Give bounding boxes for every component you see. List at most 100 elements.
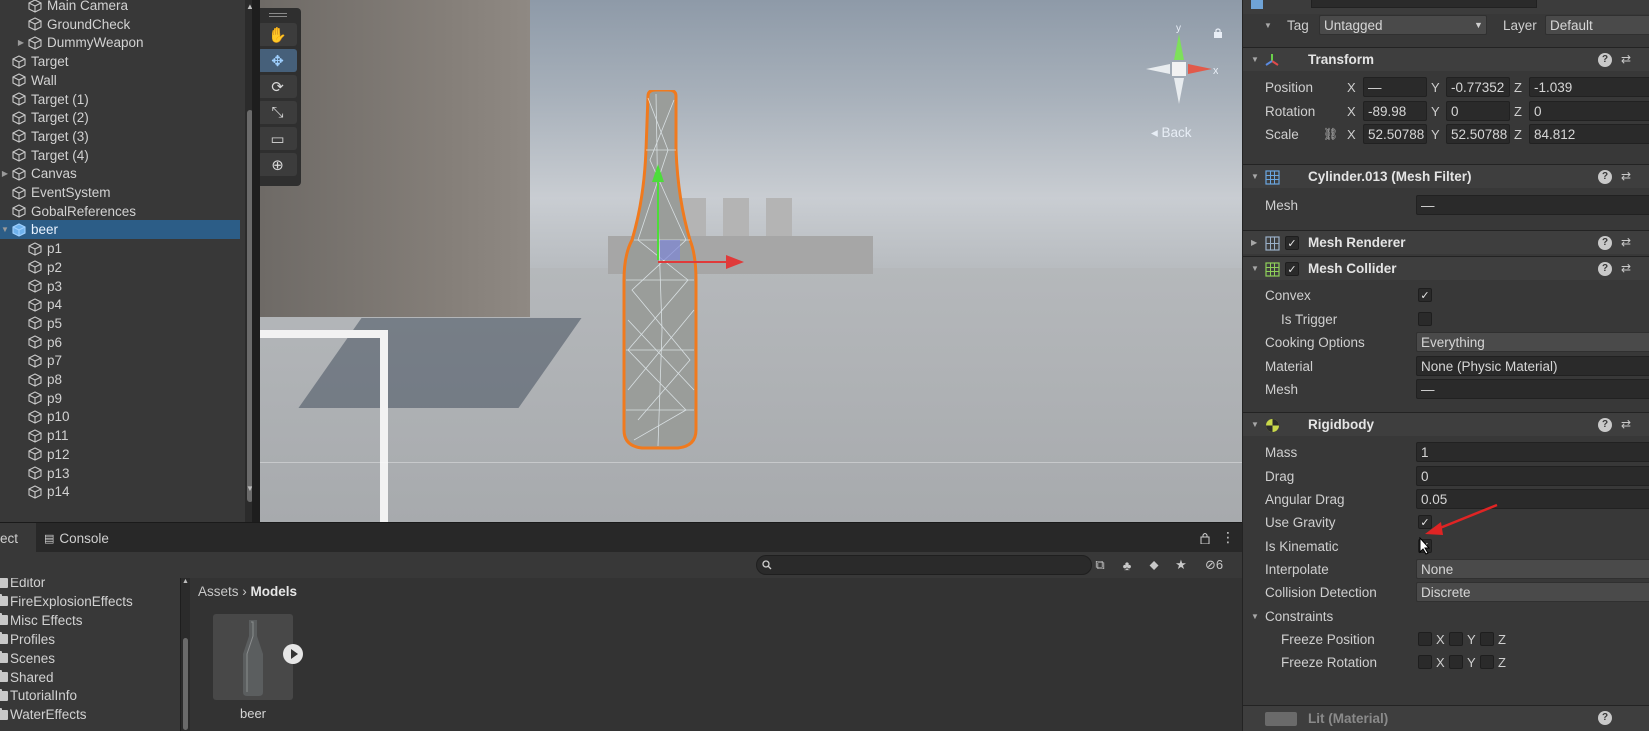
fold-arrow-icon[interactable]: ▼ bbox=[1251, 172, 1259, 181]
gizmo-lock-icon[interactable] bbox=[1213, 28, 1223, 38]
constrain-proportions-icon[interactable]: ⛓ bbox=[1323, 127, 1338, 141]
axis-x-label[interactable]: X bbox=[1347, 127, 1356, 142]
folder-item[interactable]: TutorialInfo bbox=[0, 686, 77, 705]
folder-item[interactable]: Shared bbox=[0, 668, 54, 687]
scale-z-field[interactable]: 84.812 bbox=[1529, 124, 1649, 144]
scene-view[interactable]: ✋ ✥ ⟳ ⤡ ▭ ⊕ bbox=[260, 0, 1242, 522]
rotation-z-field[interactable]: 0 bbox=[1529, 101, 1649, 121]
presets-icon[interactable]: ⇄ bbox=[1621, 261, 1631, 275]
hierarchy-item[interactable]: p8 bbox=[0, 370, 240, 389]
panel-menu-icon[interactable]: ⋮ bbox=[1221, 529, 1235, 546]
scale-x-field[interactable]: 52.50788 bbox=[1363, 124, 1427, 144]
mesh-collider-enabled-checkbox[interactable]: ✓ bbox=[1285, 262, 1299, 276]
is-trigger-checkbox[interactable] bbox=[1418, 312, 1432, 326]
hierarchy-item[interactable]: Target bbox=[0, 52, 240, 71]
position-z-field[interactable]: -1.039 bbox=[1529, 77, 1649, 97]
fold-arrow-right-icon[interactable]: ▶ bbox=[1251, 238, 1257, 247]
hierarchy-item[interactable]: p5 bbox=[0, 314, 240, 333]
mesh-filter-component-header[interactable]: ▼ Cylinder.013 (Mesh Filter) ? ⇄ bbox=[1243, 164, 1649, 188]
hierarchy-item[interactable]: Target (4) bbox=[0, 146, 240, 165]
freeze-position-y-checkbox[interactable] bbox=[1449, 632, 1463, 646]
hand-tool-button[interactable]: ✋ bbox=[260, 23, 297, 46]
hierarchy-item[interactable]: ▶ Canvas bbox=[0, 164, 240, 183]
folder-item[interactable]: Profiles bbox=[0, 630, 55, 649]
hierarchy-item[interactable]: Target (2) bbox=[0, 108, 240, 127]
position-y-field[interactable]: -0.77352 bbox=[1446, 77, 1510, 97]
presets-icon[interactable]: ⇄ bbox=[1621, 169, 1631, 183]
presets-icon[interactable]: ⇄ bbox=[1621, 52, 1631, 66]
hierarchy-scroll-thumb[interactable] bbox=[247, 110, 252, 502]
freeze-rotation-x-checkbox[interactable] bbox=[1418, 655, 1432, 669]
folder-scrollbar[interactable]: ▲ bbox=[181, 578, 190, 731]
help-icon[interactable]: ? bbox=[1598, 262, 1612, 276]
scroll-down-arrow-icon[interactable]: ▼ bbox=[245, 484, 252, 493]
hierarchy-item[interactable]: EventSystem bbox=[0, 183, 240, 202]
hierarchy-item[interactable]: Target (1) bbox=[0, 90, 240, 109]
fold-arrow-right-icon[interactable]: ▶ bbox=[0, 169, 10, 179]
hierarchy-item[interactable]: GobalReferences bbox=[0, 202, 240, 221]
drag-field[interactable]: 0 bbox=[1416, 466, 1649, 486]
position-x-field[interactable]: — bbox=[1363, 77, 1427, 97]
presets-icon[interactable]: ⇄ bbox=[1621, 417, 1631, 431]
layer-dropdown[interactable]: Default bbox=[1545, 15, 1649, 35]
rotation-y-field[interactable]: 0 bbox=[1446, 101, 1510, 121]
help-icon[interactable]: ? bbox=[1598, 53, 1612, 67]
hierarchy-item[interactable]: p13 bbox=[0, 464, 240, 483]
scale-y-field[interactable]: 52.50788 bbox=[1446, 124, 1510, 144]
freeze-rotation-y-checkbox[interactable] bbox=[1449, 655, 1463, 669]
tab-console[interactable]: ▤ Console bbox=[44, 523, 124, 553]
hierarchy-item[interactable]: ▶ DummyWeapon bbox=[0, 33, 240, 52]
help-icon[interactable]: ? bbox=[1598, 418, 1612, 432]
axis-z-label[interactable]: Z bbox=[1514, 80, 1522, 95]
mesh-renderer-component-header[interactable]: ▶ ✓ Mesh Renderer ? ⇄ bbox=[1243, 230, 1649, 254]
hierarchy-item[interactable]: p7 bbox=[0, 351, 240, 370]
mesh-collider-component-header[interactable]: ▼ ✓ Mesh Collider ? ⇄ bbox=[1243, 256, 1649, 280]
interpolate-dropdown[interactable]: None bbox=[1416, 559, 1649, 579]
collider-material-field[interactable]: None (Physic Material) bbox=[1416, 356, 1649, 376]
help-icon[interactable]: ? bbox=[1598, 170, 1612, 184]
convex-checkbox[interactable]: ✓ bbox=[1418, 288, 1432, 302]
scale-tool-button[interactable]: ⤡ bbox=[260, 101, 297, 124]
hierarchy-item[interactable]: p10 bbox=[0, 407, 240, 426]
axis-x-label[interactable]: X bbox=[1347, 104, 1356, 119]
folder-item[interactable]: Scenes bbox=[0, 649, 55, 668]
favorites-star-icon[interactable]: ★ bbox=[1171, 556, 1191, 574]
fold-arrow-icon[interactable]: ▼ bbox=[1251, 612, 1259, 621]
hierarchy-item[interactable]: p11 bbox=[0, 426, 240, 445]
rigidbody-component-header[interactable]: ▼ Rigidbody ? ⇄ bbox=[1243, 412, 1649, 436]
hierarchy-item[interactable]: p9 bbox=[0, 389, 240, 408]
filter-by-label-icon[interactable]: ⬥ bbox=[1144, 556, 1164, 574]
asset-expand-play-button[interactable] bbox=[283, 644, 303, 664]
breadcrumb-assets[interactable]: Assets bbox=[198, 584, 239, 599]
asset-beer-thumbnail[interactable] bbox=[213, 614, 293, 700]
beer-bottle-model[interactable] bbox=[620, 90, 880, 470]
axis-z-label[interactable]: Z bbox=[1514, 127, 1522, 142]
rect-tool-button[interactable]: ▭ bbox=[260, 127, 297, 150]
toolbox-grip[interactable] bbox=[260, 10, 297, 20]
transform-tool-button[interactable]: ⊕ bbox=[260, 153, 297, 176]
fold-arrow-right-icon[interactable]: ▶ bbox=[16, 38, 26, 48]
transform-component-header[interactable]: ▼ Transform ? ⇄ bbox=[1243, 47, 1649, 71]
project-search-input[interactable] bbox=[756, 555, 1092, 575]
folder-scroll-thumb[interactable] bbox=[183, 638, 188, 730]
constraints-row[interactable]: ▼ Constraints bbox=[1243, 605, 1649, 627]
freeze-rotation-z-checkbox[interactable] bbox=[1480, 655, 1494, 669]
hierarchy-item[interactable]: p12 bbox=[0, 445, 240, 464]
folder-item[interactable]: WaterEffects bbox=[0, 705, 87, 724]
fold-arrow-icon[interactable]: ▼ bbox=[0, 225, 10, 235]
tag-dropdown[interactable]: Untagged ▼ bbox=[1319, 15, 1487, 35]
rotate-tool-button[interactable]: ⟳ bbox=[260, 75, 297, 98]
presets-icon[interactable]: ⇄ bbox=[1621, 235, 1631, 249]
collision-detection-dropdown[interactable]: Discrete bbox=[1416, 582, 1649, 602]
fold-arrow-icon[interactable]: ▼ bbox=[1251, 264, 1259, 273]
scroll-up-arrow-icon[interactable]: ▲ bbox=[181, 578, 190, 585]
move-tool-button[interactable]: ✥ bbox=[260, 49, 297, 72]
panel-lock-icon[interactable] bbox=[1200, 532, 1210, 544]
hierarchy-item[interactable]: p1 bbox=[0, 239, 240, 258]
help-icon[interactable]: ? bbox=[1598, 711, 1612, 725]
hierarchy-item[interactable]: p2 bbox=[0, 258, 240, 277]
help-icon[interactable]: ? bbox=[1598, 236, 1612, 250]
collider-mesh-field[interactable]: — bbox=[1416, 379, 1649, 399]
filter-by-type-icon[interactable]: ♣ bbox=[1117, 556, 1137, 574]
fold-arrow-icon[interactable]: ▼ bbox=[1251, 420, 1259, 429]
